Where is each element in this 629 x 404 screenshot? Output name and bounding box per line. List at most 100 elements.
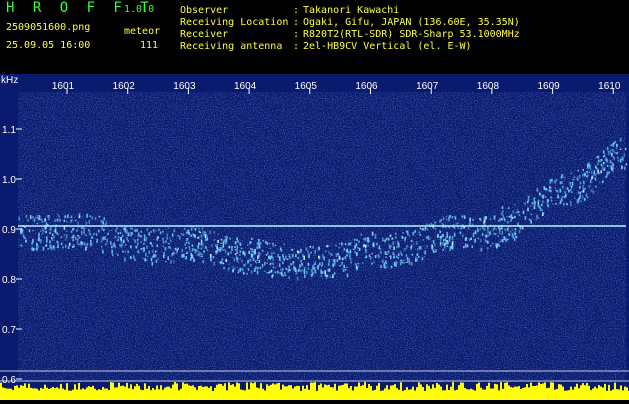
echo-dot — [274, 244, 277, 247]
echo-dot — [395, 232, 397, 235]
level-bar — [136, 383, 138, 400]
echo-dot — [52, 245, 54, 250]
echo-dot — [524, 202, 526, 205]
echo-dot — [371, 253, 373, 255]
echo-dot — [392, 241, 395, 246]
echo-dot — [79, 236, 81, 238]
level-bar — [558, 384, 560, 400]
echo-dot — [502, 214, 504, 218]
level-bar — [122, 385, 124, 400]
echo-dot — [302, 253, 304, 257]
echo-dot — [417, 256, 420, 258]
level-bar — [400, 382, 402, 400]
echo-dot — [212, 256, 215, 259]
echo-dot — [424, 247, 427, 249]
echo-dot — [355, 243, 358, 246]
echo-dot — [295, 273, 297, 275]
level-bar — [326, 385, 328, 400]
echo-dot — [566, 187, 569, 190]
info-colon: : — [293, 41, 300, 52]
level-bar — [606, 390, 608, 400]
echo-dot — [29, 215, 32, 219]
echo-dot — [474, 238, 476, 243]
echo-dot — [78, 243, 81, 245]
echo-dot — [271, 274, 274, 277]
level-bar — [68, 390, 70, 400]
echo-dot — [220, 261, 222, 265]
level-bar — [396, 388, 398, 400]
level-bar — [34, 388, 36, 400]
echo-dot — [379, 248, 381, 250]
echo-dot — [544, 196, 547, 198]
echo-dot — [559, 181, 562, 185]
level-bar — [302, 385, 304, 400]
echo-dot — [439, 243, 442, 247]
echo-dot — [40, 239, 42, 241]
echo-dot — [76, 240, 79, 245]
echo-dot — [65, 238, 67, 241]
level-bar — [308, 389, 310, 400]
level-bar — [626, 387, 628, 400]
echo-dot — [563, 176, 566, 179]
echo-dot — [277, 270, 279, 274]
echo-dot — [596, 173, 599, 175]
echo-dot — [317, 265, 319, 270]
echo-dot — [571, 181, 574, 186]
echo-dot — [615, 147, 618, 149]
echo-dot — [619, 158, 622, 163]
echo-dot — [482, 217, 485, 219]
echo-dot — [411, 262, 413, 266]
echo-dot — [91, 235, 94, 239]
echo-dot — [72, 234, 75, 239]
echo-dot — [72, 228, 75, 230]
level-bar — [278, 382, 280, 400]
echo-dot — [200, 234, 203, 238]
echo-dot — [57, 213, 59, 216]
receiver-label: Receiver — [180, 29, 229, 40]
echo-dot — [365, 249, 367, 253]
level-bar — [252, 383, 254, 400]
echo-dot — [162, 238, 164, 241]
echo-dot — [609, 149, 612, 153]
level-bar — [496, 384, 498, 400]
echo-dot — [119, 232, 122, 235]
echo-dot — [266, 272, 268, 274]
echo-dot — [498, 232, 501, 235]
echo-dot — [463, 246, 465, 249]
echo-dot — [433, 242, 436, 246]
echo-dot — [323, 256, 325, 261]
echo-dot — [624, 147, 627, 150]
echo-dot — [476, 227, 479, 229]
echo-dot — [506, 228, 509, 232]
echo-dot — [47, 248, 49, 250]
level-bar — [284, 386, 286, 400]
level-bar — [464, 388, 466, 400]
level-bar — [22, 385, 24, 400]
echo-dot — [175, 252, 177, 255]
echo-dot — [617, 159, 620, 162]
echo-dot — [228, 263, 230, 265]
level-bar — [32, 388, 34, 400]
echo-dot — [516, 208, 519, 213]
echo-dot — [507, 238, 509, 241]
echo-dot — [549, 178, 552, 183]
echo-dot — [546, 199, 549, 202]
echo-dot — [111, 249, 113, 254]
level-bar — [138, 385, 140, 400]
echo-dot — [583, 198, 586, 201]
echo-dot — [399, 260, 402, 262]
echo-dot — [373, 261, 375, 264]
echo-dot — [530, 213, 533, 215]
echo-dot — [53, 246, 56, 251]
echo-dot — [261, 249, 264, 252]
echo-dot — [239, 267, 242, 272]
echo-dot — [597, 160, 600, 163]
echo-dot — [451, 243, 454, 247]
level-bar — [564, 390, 566, 400]
level-bar — [420, 384, 422, 400]
echo-dot — [434, 221, 437, 224]
echo-dot — [288, 276, 291, 280]
level-bar — [274, 384, 276, 400]
echo-dot — [616, 143, 618, 147]
echo-dot — [577, 169, 579, 172]
